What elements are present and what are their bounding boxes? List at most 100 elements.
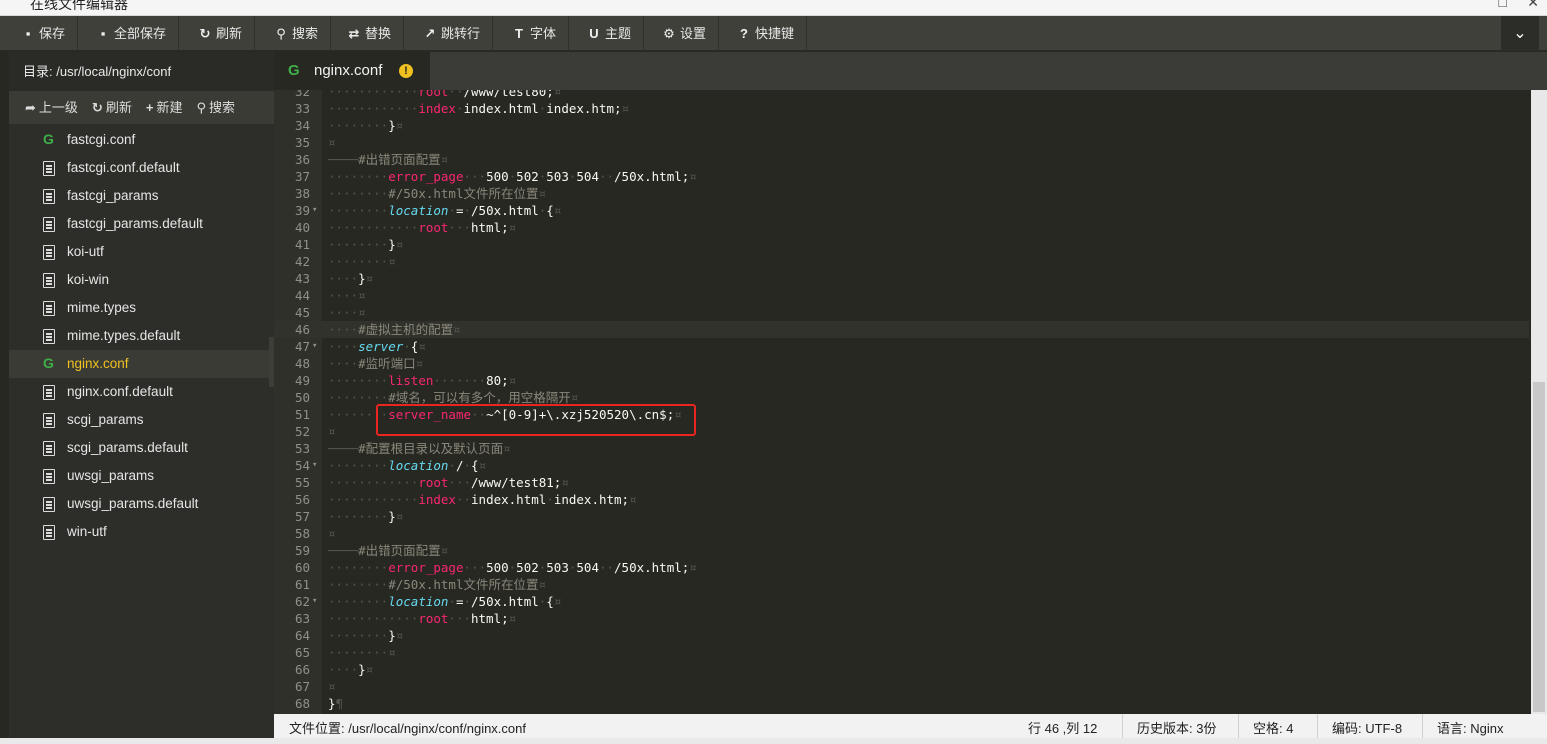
sidebar-actions: ➦ 上一级 ↻ 刷新 + 新建 ⚲ 搜索 [9, 91, 274, 124]
code-token: · [463, 203, 472, 218]
code-line[interactable]: 60 ········error_page···500·502·503·504··… [274, 559, 1529, 576]
code-line[interactable]: 55 ············root···/www/test81;¤ [274, 474, 1529, 491]
sidebar-refresh-button[interactable]: ↻ 刷新 [92, 100, 132, 115]
history-versions[interactable]: 历史版本: 3份 [1122, 714, 1216, 738]
code-line[interactable]: 65 ········¤ [274, 644, 1529, 661]
sidebar-up-level-button[interactable]: ➦ 上一级 [25, 100, 78, 115]
toolbar-button-0[interactable]: ▪ 保存 [9, 16, 79, 51]
code-token: 504 [576, 560, 599, 575]
file-item[interactable]: mime.types.default [9, 322, 274, 350]
code-token: ¤ [365, 662, 374, 677]
code-token: index.htm; [553, 492, 630, 507]
code-line[interactable]: 38 ········#/50x.html文件所在位置¤ [274, 185, 1529, 202]
sidebar-search-button[interactable]: ⚲ 搜索 [196, 100, 235, 115]
code-line[interactable]: 36 ────#出错页面配置¤ [274, 151, 1529, 168]
code-line[interactable]: 40 ············root···html;¤ [274, 219, 1529, 236]
code-line[interactable]: 41 ········}¤ [274, 236, 1529, 253]
file-item[interactable]: scgi_params [9, 406, 274, 434]
toolbar-button-8[interactable]: ⚙ 设置 [650, 16, 720, 51]
code-line[interactable]: 53 ────#配置根目录以及默认页面¤ [274, 440, 1529, 457]
file-item[interactable]: scgi_params.default [9, 434, 274, 462]
code-line[interactable]: 45 ····¤ [274, 304, 1529, 321]
toolbar-button-6[interactable]: T 字体 [500, 16, 570, 51]
code-line[interactable]: 44 ····¤ [274, 287, 1529, 304]
file-item[interactable]: uwsgi_params [9, 462, 274, 490]
file-item[interactable]: Gfastcgi.conf [9, 126, 274, 154]
file-item[interactable]: win-utf [9, 518, 274, 546]
maximize-button[interactable]: □ [1499, 0, 1507, 10]
toolbar-button-5[interactable]: ↗ 跳转行 [411, 16, 494, 51]
code-line[interactable]: 46 ····#虚拟主机的配置¤ [274, 321, 1529, 338]
code-line[interactable]: 35 ¤ [274, 134, 1529, 151]
file-item[interactable]: mime.types [9, 294, 274, 322]
close-button[interactable]: ✕ [1527, 0, 1539, 11]
toolbar-button-9[interactable]: ? 快捷键 [725, 16, 808, 51]
code-token: ···· [328, 322, 359, 337]
code-line[interactable]: 68}¶ [274, 695, 1529, 712]
document-icon [43, 161, 55, 176]
code-line[interactable]: 56 ············index··index.html·index.ht… [274, 491, 1529, 508]
toolbar-button-1[interactable]: ▪ 全部保存 [84, 16, 180, 51]
cursor-position[interactable]: 行 46 ,列 12 [1014, 714, 1097, 738]
code-token: ¤ [508, 373, 517, 388]
code-line[interactable]: 57 ········}¤ [274, 508, 1529, 525]
theme-icon: U [589, 26, 599, 41]
file-item[interactable]: koi-win [9, 266, 274, 294]
fold-toggle-icon[interactable]: ▾ [312, 202, 317, 219]
file-item[interactable]: koi-utf [9, 238, 274, 266]
code-line[interactable]: 62 ▾ ········location·=·/50x.html·{¤ [274, 593, 1529, 610]
code-line[interactable]: 64 ········}¤ [274, 627, 1529, 644]
code-token: html; [471, 611, 509, 626]
code-token: ········¤ [328, 254, 396, 269]
code-line[interactable]: 39 ▾ ········location·=·/50x.html·{¤ [274, 202, 1529, 219]
language-setting[interactable]: 语言: Nginx [1422, 714, 1503, 738]
code-token: ···· [328, 662, 359, 677]
indent-setting[interactable]: 空格: 4 [1238, 714, 1293, 738]
code-line[interactable]: 59 ────#出错页面配置¤ [274, 542, 1529, 559]
code-token: ········ [328, 373, 389, 388]
tab-nginx-conf[interactable]: G nginx.conf ! [274, 52, 430, 90]
encoding-setting[interactable]: 编码: UTF-8 [1317, 714, 1402, 738]
code-line[interactable]: 33 ············index·index.html·index.htm… [274, 100, 1529, 117]
code-line[interactable]: 49 ········listen·······80;¤ [274, 372, 1529, 389]
code-line[interactable]: 54 ▾ ········location·/·{¤ [274, 457, 1529, 474]
document-icon [43, 245, 55, 260]
code-line[interactable]: 37 ········error_page···500·502·503·504··… [274, 168, 1529, 185]
file-name: koi-win [67, 272, 110, 287]
file-item[interactable]: nginx.conf.default [9, 378, 274, 406]
code-line[interactable]: 61 ········#/50x.html文件所在位置¤ [274, 576, 1529, 593]
toolbar-button-3[interactable]: ⚲ 搜索 [262, 16, 332, 51]
code-line[interactable]: 43 ····}¤ [274, 270, 1529, 287]
code-line[interactable]: 32 ············root··/www/test80;¤ [274, 90, 1529, 100]
sidebar-new-button[interactable]: + 新建 [146, 100, 183, 115]
code-line[interactable]: 67 ¤ [274, 678, 1529, 695]
file-item[interactable]: fastcgi_params [9, 182, 274, 210]
fold-toggle-icon[interactable]: ▾ [312, 338, 317, 355]
code-line[interactable]: 34 ········}¤ [274, 117, 1529, 134]
code-line[interactable]: 58 ¤ [274, 525, 1529, 542]
fold-toggle-icon[interactable]: ▾ [312, 457, 317, 474]
code-text: ····¤ [328, 304, 366, 321]
line-number: 37 [294, 169, 310, 184]
file-item[interactable]: fastcgi_params.default [9, 210, 274, 238]
code-line[interactable]: 48 ····#监听端口¤ [274, 355, 1529, 372]
code-text: ············root···html;¤ [328, 219, 516, 236]
file-sidebar: 目录: /usr/local/nginx/conf ➦ 上一级 ↻ 刷新 + 新建 ⚲ 搜索 … [9, 52, 274, 738]
scrollbar-thumb[interactable] [1533, 382, 1545, 712]
toolbar-button-2[interactable]: ↻ 刷新 [186, 16, 256, 51]
file-item[interactable]: fastcgi.conf.default [9, 154, 274, 182]
code-line[interactable]: 47 ▾ ····server·{¤ [274, 338, 1529, 355]
file-item[interactable]: uwsgi_params.default [9, 490, 274, 518]
code-line[interactable]: 66 ····}¤ [274, 661, 1529, 678]
toolbar-button-4[interactable]: ⇄ 替换 [335, 16, 405, 51]
file-item[interactable]: Gnginx.conf [9, 350, 274, 378]
toolbar-button-7[interactable]: U 主题 [575, 16, 645, 51]
code-token: /50x.html [471, 594, 539, 609]
code-line[interactable]: 63 ············root···html;¤ [274, 610, 1529, 627]
fold-toggle-icon[interactable]: ▾ [312, 593, 317, 610]
code-token: 502 [516, 169, 539, 184]
toolbar-collapse-icon[interactable]: ⌄ [1501, 16, 1539, 51]
code-editor[interactable]: 32 ············root··/www/test80;¤ 33 ·····… [274, 90, 1547, 714]
vertical-scrollbar[interactable] [1531, 90, 1547, 714]
code-line[interactable]: 42 ········¤ [274, 253, 1529, 270]
